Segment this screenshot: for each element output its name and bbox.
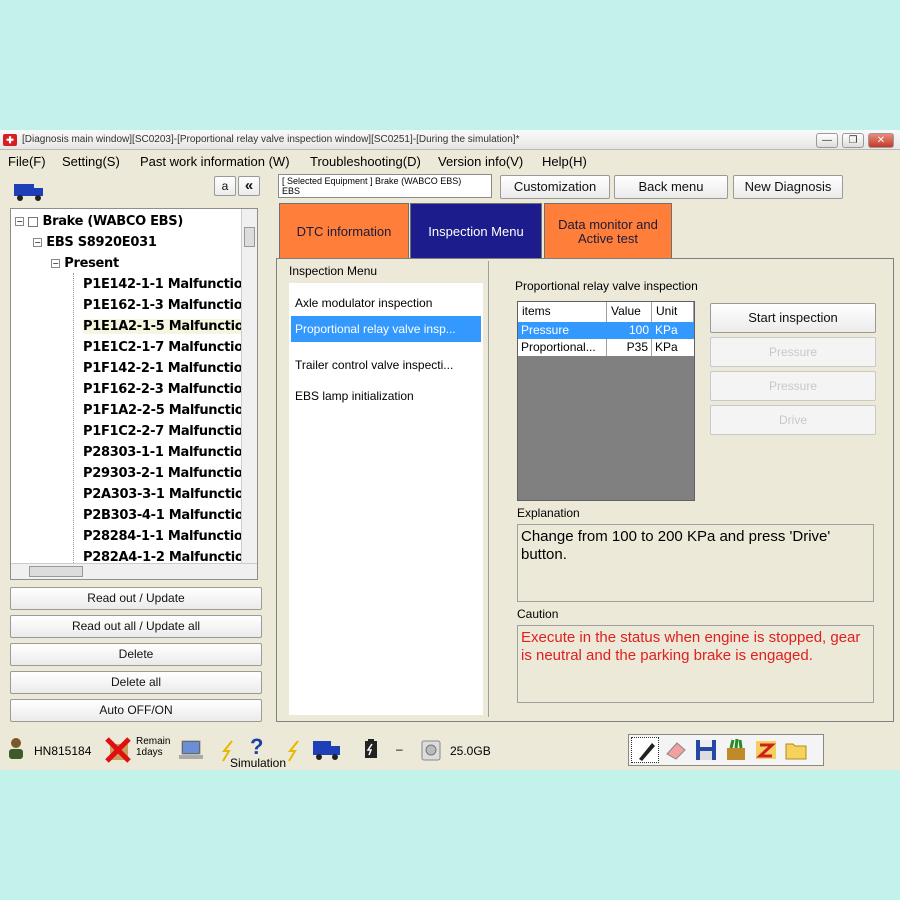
close-button[interactable]: ✕ [868, 133, 894, 148]
battery-value: – [396, 742, 403, 756]
title-bar: ✚ [Diagnosis main window][SC0203]-[Propo… [0, 130, 900, 150]
collapse-panel-button[interactable]: « [238, 176, 260, 196]
read-out-all-button[interactable]: Read out all / Update all [10, 615, 262, 638]
truck-icon [12, 182, 46, 202]
tree-dtc-item[interactable]: P28303-1-1 Malfunctio [83, 445, 243, 460]
eraser-icon[interactable] [663, 738, 689, 762]
menu-version-info[interactable]: Version info(V) [438, 154, 523, 169]
tree-dtc-item[interactable]: P1F1A2-2-5 Malfunctio [83, 403, 244, 418]
pen-edit-icon[interactable] [631, 737, 659, 763]
simulation-label: Simulation [230, 756, 287, 770]
minimize-button[interactable]: — [816, 133, 838, 148]
app-icon: ✚ [3, 134, 17, 146]
menu-item-trailer-control-valve[interactable]: Trailer control valve inspecti... [291, 353, 479, 377]
column-header-items: items [518, 302, 607, 322]
selected-equipment-label: [ Selected Equipment ] Brake (WABCO EBS)… [278, 174, 492, 198]
table-row[interactable]: Pressure 100 KPa [518, 322, 694, 339]
menu-setting[interactable]: Setting(S) [62, 154, 120, 169]
tree-horizontal-scrollbar[interactable] [11, 563, 257, 579]
tree-node-ebs[interactable]: − EBS S8920E031 [33, 235, 157, 250]
menu-troubleshooting[interactable]: Troubleshooting(D) [310, 154, 421, 169]
user-id: HN815184 [34, 744, 92, 758]
menu-past-work[interactable]: Past work information (W) [140, 154, 290, 169]
connection-spark-icon [284, 740, 304, 762]
filter-a-button[interactable]: a [214, 176, 236, 196]
battery-icon [362, 738, 380, 760]
tab-data-monitor[interactable]: Data monitor and Active test [544, 203, 672, 261]
disk-space: 25.0GB [450, 744, 491, 758]
column-header-unit: Unit [652, 302, 694, 322]
detail-title: Proportional relay valve inspection [515, 279, 698, 293]
expand-icon[interactable]: − [51, 259, 60, 268]
menu-help[interactable]: Help(H) [542, 154, 587, 169]
inspection-menu-title: Inspection Menu [289, 264, 378, 278]
tree-vertical-scrollbar[interactable] [241, 209, 257, 563]
window-title: [Diagnosis main window][SC0203]-[Proport… [22, 134, 520, 145]
inspection-menu-panel: Inspection Menu Axle modulator inspectio… [283, 261, 489, 717]
menu-bar: File(F) Setting(S) Past work information… [0, 152, 900, 172]
delete-button[interactable]: Delete [10, 643, 262, 666]
tree-dtc-item[interactable]: P2A303-3-1 Malfunctio [83, 487, 244, 502]
remain-days: Remain 1days [136, 736, 171, 758]
tree-dtc-item[interactable]: P1F142-2-1 Malfunctio [83, 361, 243, 376]
tree-dtc-item[interactable]: P1F162-2-3 Malfunctio [83, 382, 243, 397]
read-out-update-button[interactable]: Read out / Update [10, 587, 262, 610]
tree-dtc-item[interactable]: P29303-2-1 Malfunctio [83, 466, 243, 481]
delete-all-button[interactable]: Delete all [10, 671, 262, 694]
status-bar: HN815184 Remain 1days ? Simulation – 25.… [0, 728, 900, 770]
dtc-tree[interactable]: − Brake (WABCO EBS) − EBS S8920E031 − Pr… [10, 208, 258, 580]
tree-dtc-item[interactable]: P1E162-1-3 Malfunctio [83, 298, 243, 313]
tree-dtc-item[interactable]: P2B303-4-1 Malfunctio [83, 508, 244, 523]
values-grid: items Value Unit Pressure 100 KPa Propor… [517, 301, 695, 501]
expand-icon[interactable]: − [15, 217, 24, 226]
scroll-thumb[interactable] [29, 566, 83, 577]
laptop-icon [178, 738, 204, 762]
menu-file[interactable]: File(F) [8, 154, 46, 169]
checkbox-icon[interactable] [28, 216, 39, 227]
back-menu-button[interactable]: Back menu [614, 175, 728, 199]
caution-text: Execute in the status when engine is sto… [517, 625, 874, 703]
explanation-text: Change from 100 to 200 KPa and press 'Dr… [517, 524, 874, 602]
tab-inspection-menu[interactable]: Inspection Menu [410, 203, 542, 261]
license-error-icon [104, 736, 132, 764]
user-icon [6, 736, 26, 760]
table-row[interactable]: Proportional... P35 KPa [518, 339, 694, 356]
pencils-icon[interactable] [723, 738, 749, 762]
caution-label: Caution [517, 607, 559, 621]
tree-node-brake[interactable]: − Brake (WABCO EBS) [15, 214, 183, 229]
customization-button[interactable]: Customization [500, 175, 610, 199]
tab-dtc-information[interactable]: DTC information [279, 203, 409, 261]
tree-dtc-item-selected[interactable]: P1E1A2-1-5 Malfunctio [83, 319, 244, 334]
start-inspection-button[interactable]: Start inspection [710, 303, 876, 333]
save-icon[interactable] [693, 738, 719, 762]
tree-line [73, 273, 74, 563]
explanation-label: Explanation [517, 506, 580, 520]
toolbar [628, 734, 824, 766]
tree-node-present[interactable]: − Present [51, 256, 119, 271]
expand-icon[interactable]: − [33, 238, 42, 247]
pressure-button-2[interactable]: Pressure [710, 371, 876, 401]
tree-dtc-item[interactable]: P1F1C2-2-7 Malfunctio [83, 424, 243, 439]
column-header-value: Value [607, 302, 652, 322]
drive-button[interactable]: Drive [710, 405, 876, 435]
main-window: ✚ [Diagnosis main window][SC0203]-[Propo… [0, 130, 900, 770]
inspection-menu-list[interactable]: Axle modulator inspection Proportional r… [289, 283, 483, 715]
tree-dtc-item[interactable]: P1E142-1-1 Malfunctio [83, 277, 243, 292]
pressure-button-1[interactable]: Pressure [710, 337, 876, 367]
inspection-panel: Inspection Menu Axle modulator inspectio… [276, 258, 894, 722]
scroll-thumb[interactable] [244, 227, 255, 247]
folder-icon[interactable] [783, 738, 809, 762]
tree-dtc-item[interactable]: P28284-1-1 Malfunctio [83, 529, 243, 544]
new-diagnosis-button[interactable]: New Diagnosis [733, 175, 843, 199]
z-tool-icon[interactable] [753, 738, 779, 762]
menu-item-axle-modulator[interactable]: Axle modulator inspection [291, 291, 479, 315]
menu-item-proportional-relay-valve[interactable]: Proportional relay valve insp... [291, 316, 481, 342]
auto-off-on-button[interactable]: Auto OFF/ON [10, 699, 262, 722]
menu-item-ebs-lamp[interactable]: EBS lamp initialization [291, 384, 479, 408]
vehicle-icon [312, 738, 342, 762]
maximize-button[interactable]: ❐ [842, 133, 864, 148]
tree-dtc-item[interactable]: P1E1C2-1-7 Malfunctio [83, 340, 243, 355]
disk-icon [420, 738, 442, 762]
